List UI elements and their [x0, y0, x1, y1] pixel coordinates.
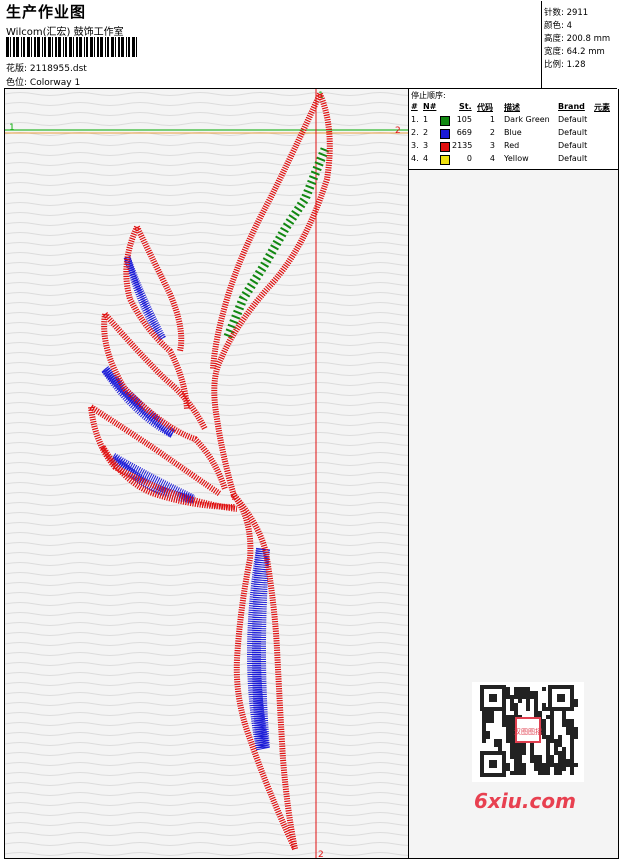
row-index: 2. [411, 128, 419, 137]
guide-marker-h-right: 2 [395, 126, 401, 136]
design-scale: 比例: 1.28 [544, 60, 586, 70]
row-stitches: 2135 [452, 141, 473, 150]
fabric-background [5, 89, 408, 858]
stop-sequence-table: 停止顺序: # N# St. 代码 描述 Brand 元素 1. 1 105 1 Dar… [409, 89, 618, 170]
company-name: Wilcom(汇宏) 鼓饰工作室 [6, 27, 124, 38]
file-name-row: 花版: 2118955.dst [6, 61, 87, 74]
row-brand: Default [558, 115, 588, 124]
stats-box: 针数: 2911 颜色: 4 高度: 200.8 mm 宽度: 64.2 mm … [541, 1, 620, 88]
row-description: Red [504, 141, 520, 150]
stitch-count: 针数: 2911 [544, 8, 589, 18]
row-code: 3 [489, 141, 495, 150]
row-brand: Default [558, 128, 588, 137]
row-stitches: 105 [456, 115, 472, 124]
guide-marker-h-left: 1 [9, 123, 15, 133]
row-number: 1 [423, 115, 429, 124]
design-height: 高度: 200.8 mm [544, 34, 611, 44]
col-header-brand: Brand [558, 102, 585, 111]
colorway-value: Colorway 1 [29, 78, 81, 88]
row-code: 4 [489, 154, 495, 163]
row-number: 4 [423, 154, 429, 163]
col-header-stitches: St. [459, 102, 472, 111]
row-brand: Default [558, 141, 588, 150]
col-header-index: # [411, 102, 418, 111]
design-canvas: 1 2 1 2 [4, 89, 409, 859]
row-brand: Default [558, 154, 588, 163]
row-code: 1 [489, 115, 495, 124]
row-stitches: 0 [466, 154, 472, 163]
colorway-label: 色位: [6, 78, 28, 88]
row-index: 4. [411, 154, 419, 163]
watermark-text: 6xiu.com [474, 789, 576, 813]
guide-marker-v-bottom: 2 [318, 850, 324, 859]
file-name-value: 2118955.dst [29, 64, 87, 74]
color-swatch [440, 142, 450, 152]
embroidery-drawing: 1 2 1 2 [5, 89, 408, 859]
row-number: 3 [423, 141, 429, 150]
row-stitches: 669 [456, 128, 472, 137]
color-count: 颜色: 4 [544, 21, 572, 31]
color-swatch [440, 129, 450, 139]
color-swatch [440, 116, 450, 126]
design-width: 宽度: 64.2 mm [544, 47, 605, 57]
qr-code-watermark: 汉图图招 [472, 682, 584, 782]
barcode [6, 37, 137, 57]
row-index: 3. [411, 141, 419, 150]
col-header-code: 代码 [477, 103, 493, 112]
row-description: Blue [504, 128, 522, 137]
col-header-element: 元素 [594, 103, 610, 112]
col-header-number: N# [423, 102, 437, 111]
row-description: Dark Green [504, 115, 550, 124]
file-label: 花版: [6, 64, 28, 74]
colorway-row: 色位: Colorway 1 [6, 75, 80, 88]
stop-sequence-title: 停止顺序: [411, 91, 446, 100]
svg-text:汉图图招: 汉图图招 [514, 727, 542, 736]
col-header-description: 描述 [504, 103, 520, 112]
row-index: 1. [411, 115, 419, 124]
page-title: 生产作业图 [6, 3, 87, 21]
color-swatch [440, 155, 450, 165]
row-description: Yellow [504, 154, 529, 163]
row-number: 2 [423, 128, 429, 137]
row-code: 2 [489, 128, 495, 137]
